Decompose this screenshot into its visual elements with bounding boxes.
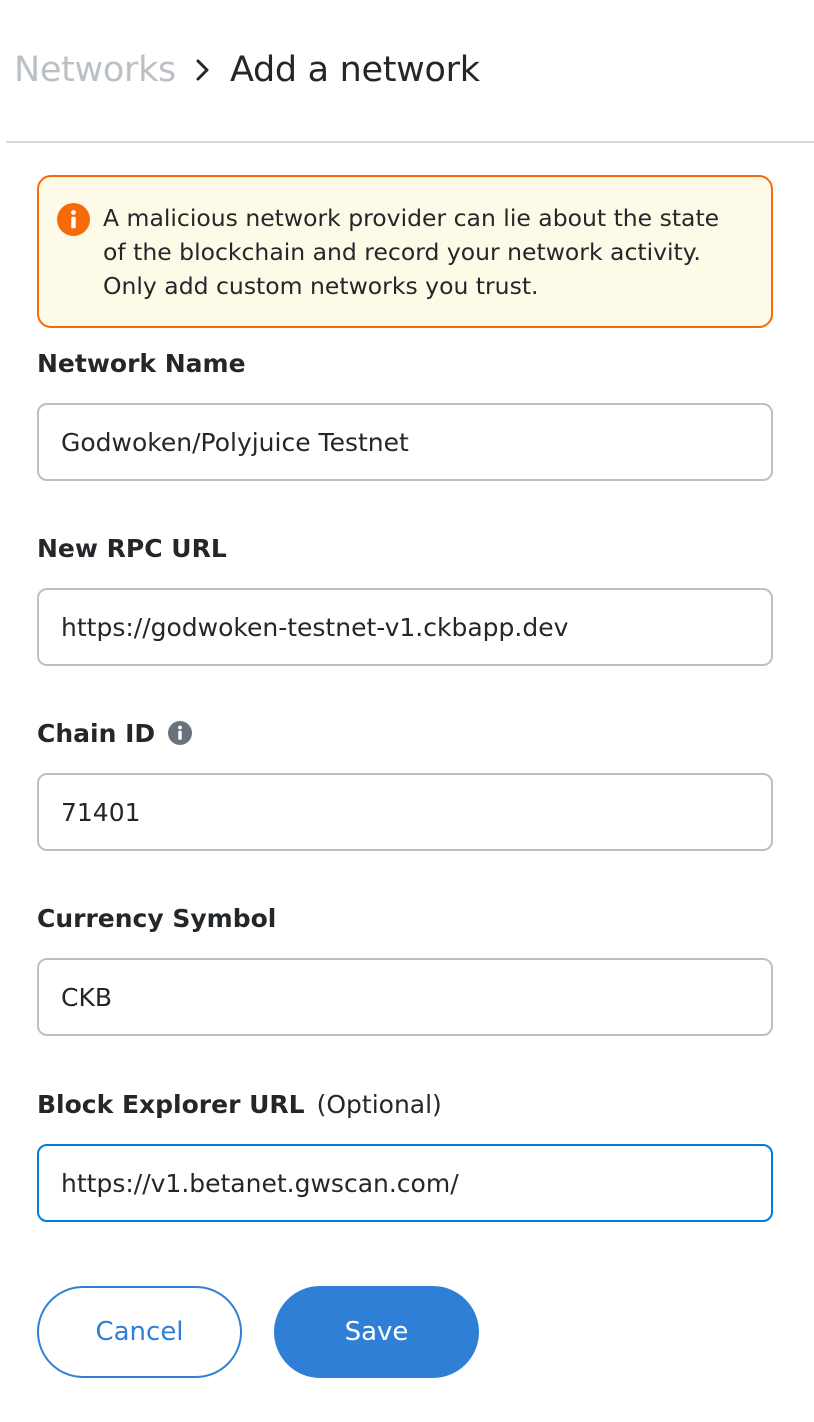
network-name-input[interactable]: [37, 403, 773, 481]
rpc-url-label: New RPC URL: [37, 533, 227, 563]
block-explorer-input[interactable]: [37, 1144, 773, 1222]
rpc-url-field: New RPC URL: [37, 531, 773, 666]
info-icon[interactable]: [167, 720, 193, 746]
chain-id-field: Chain ID: [37, 716, 773, 851]
currency-symbol-label: Currency Symbol: [37, 903, 277, 933]
currency-symbol-field: Currency Symbol: [37, 901, 773, 1036]
chain-id-label: Chain ID: [37, 718, 156, 748]
chevron-right-icon: [190, 57, 216, 83]
breadcrumb-networks-link[interactable]: Networks: [14, 50, 176, 90]
network-name-label: Network Name: [37, 348, 246, 378]
block-explorer-field: Block Explorer URL (Optional): [37, 1087, 773, 1222]
chain-id-input[interactable]: [37, 773, 773, 851]
save-button[interactable]: Save: [274, 1286, 479, 1378]
network-name-field: Network Name: [37, 346, 773, 481]
currency-symbol-input[interactable]: [37, 958, 773, 1036]
cancel-button[interactable]: Cancel: [37, 1286, 242, 1378]
header-divider: [6, 141, 814, 143]
block-explorer-label: Block Explorer URL: [37, 1089, 305, 1119]
security-warning-banner: A malicious network provider can lie abo…: [37, 175, 773, 328]
info-icon: [57, 203, 90, 236]
warning-text: A malicious network provider can lie abo…: [103, 204, 720, 300]
add-network-page: Networks Add a network A malicious netwo…: [0, 0, 814, 1422]
breadcrumb: Networks Add a network: [14, 46, 480, 94]
page-title: Add a network: [229, 50, 480, 90]
rpc-url-input[interactable]: [37, 588, 773, 666]
optional-tag: (Optional): [316, 1089, 442, 1119]
